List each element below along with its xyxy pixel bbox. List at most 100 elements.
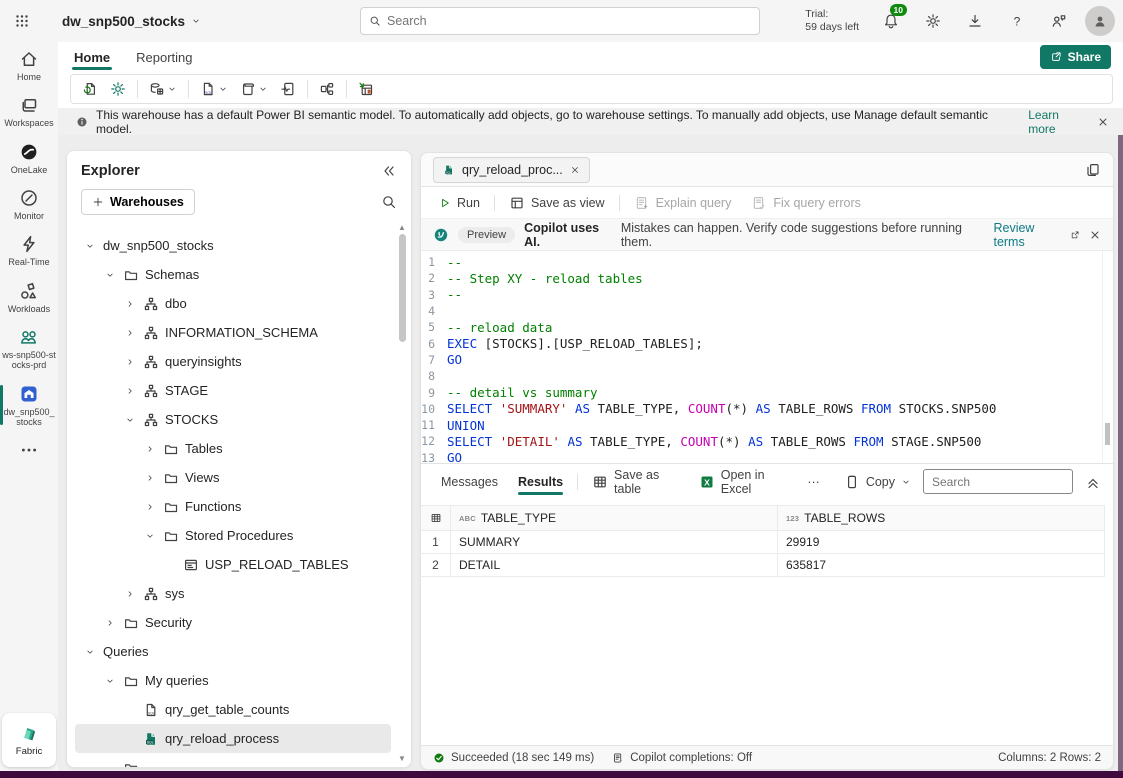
tree-item-queries[interactable]: Queries: [75, 637, 391, 666]
rail-item-dw-snp500-stocks[interactable]: dw_snp500_stocks: [0, 377, 58, 434]
query-tab[interactable]: SQL qry_reload_proc...: [433, 157, 590, 183]
tree-item-information-schema[interactable]: INFORMATION_SCHEMA: [75, 318, 391, 347]
global-search[interactable]: [360, 7, 760, 35]
scroll-button[interactable]: [235, 77, 273, 101]
editor-scrollbar-thumb[interactable]: [1105, 423, 1110, 445]
grid-cell[interactable]: 635817: [778, 554, 1105, 576]
save-as-table-button[interactable]: Save as table: [584, 463, 687, 501]
fix-query-errors-button[interactable]: Fix query errors: [743, 191, 869, 215]
notifications-button[interactable]: 10: [875, 5, 907, 37]
copy-query-icon[interactable]: [1085, 162, 1101, 178]
tree-item-partial[interactable]: [75, 753, 391, 767]
scroll-up-arrow[interactable]: ▲: [398, 223, 406, 232]
rail-item-ws-snp500-stocks-prd[interactable]: ws-snp500-stocks-prd: [0, 320, 58, 377]
rail-item-more[interactable]: [0, 433, 58, 466]
workspace-title[interactable]: dw_snp500_stocks: [62, 14, 201, 29]
tree-item-my-queries[interactable]: My queries: [75, 666, 391, 695]
tree-item-tables[interactable]: Tables: [75, 434, 391, 463]
doc-refresh-button[interactable]: [77, 77, 103, 101]
search-input[interactable]: [387, 14, 751, 28]
tree-item-dbo[interactable]: dbo: [75, 289, 391, 318]
more-actions-button[interactable]: ···: [799, 470, 828, 494]
tab-messages[interactable]: Messages: [433, 469, 506, 495]
grid-cell[interactable]: DETAIL: [451, 554, 778, 576]
tab-results[interactable]: Results: [510, 469, 571, 495]
tree-item-qry-reload-process[interactable]: SQLqry_reload_process: [75, 724, 391, 753]
chevron-right-icon[interactable]: [103, 618, 117, 628]
tree-item-views[interactable]: Views: [75, 463, 391, 492]
chevron-down-icon[interactable]: [83, 241, 97, 251]
column-header-table_type[interactable]: ABCTABLE_TYPE: [451, 506, 778, 530]
add-warehouses-button[interactable]: Warehouses: [81, 189, 195, 215]
import-table-button[interactable]: [353, 77, 379, 101]
chevron-right-icon[interactable]: [123, 328, 137, 338]
grid-row[interactable]: 1SUMMARY29919: [421, 531, 1105, 554]
share-button[interactable]: Share: [1040, 45, 1111, 69]
grid-cell[interactable]: 29919: [778, 531, 1105, 553]
settings-button[interactable]: [917, 5, 949, 37]
open-in-excel-button[interactable]: X Open in Excel: [691, 463, 796, 501]
fabric-home-button[interactable]: Fabric: [2, 713, 56, 767]
chevron-right-icon[interactable]: [143, 502, 157, 512]
rail-item-home[interactable]: Home: [0, 42, 58, 88]
grid-cell[interactable]: SUMMARY: [451, 531, 778, 553]
rail-item-onelake[interactable]: OneLake: [0, 135, 58, 181]
chevron-right-icon[interactable]: [123, 589, 137, 599]
save-as-view-button[interactable]: Save as view: [501, 191, 613, 215]
tree-item-stored-procedures[interactable]: Stored Procedures: [75, 521, 391, 550]
results-search-input[interactable]: [923, 469, 1073, 494]
tree-item-stocks[interactable]: STOCKS: [75, 405, 391, 434]
chevron-right-icon[interactable]: [123, 299, 137, 309]
app-launcher-waffle-icon[interactable]: [0, 13, 44, 29]
explain-query-button[interactable]: Explain query: [626, 191, 740, 215]
sql-code-editor[interactable]: 1--2-- Step XY - reload tables3--45-- re…: [421, 251, 1113, 463]
copy-button[interactable]: Copy: [836, 469, 919, 495]
chevron-right-icon[interactable]: [143, 444, 157, 454]
grid-row[interactable]: 2DETAIL635817: [421, 554, 1105, 577]
db-view-button[interactable]: [144, 77, 182, 101]
close-tab-icon[interactable]: [570, 165, 580, 175]
downloads-button[interactable]: [959, 5, 991, 37]
copilot-completions-status[interactable]: Copilot completions: Off: [612, 752, 752, 764]
collapse-results-icon[interactable]: [1085, 474, 1101, 490]
help-button[interactable]: ?: [1001, 5, 1033, 37]
banner-close-icon[interactable]: [1097, 116, 1109, 128]
tree-scrollbar[interactable]: ▲ ▼: [395, 223, 409, 763]
rail-item-workloads[interactable]: Workloads: [0, 274, 58, 320]
sql-doc-button[interactable]: SQL: [195, 77, 233, 101]
rail-item-real-time[interactable]: Real-Time: [0, 227, 58, 273]
tree-item-dw-snp500-stocks[interactable]: dw_snp500_stocks: [75, 231, 391, 260]
collapse-panel-icon[interactable]: [381, 163, 397, 179]
tree-item-queryinsights[interactable]: queryinsights: [75, 347, 391, 376]
scrollbar-thumb[interactable]: [399, 234, 406, 342]
run-button[interactable]: Run: [431, 192, 488, 214]
explorer-search-icon[interactable]: [381, 194, 397, 210]
rail-item-monitor[interactable]: Monitor: [0, 181, 58, 227]
tab-home[interactable]: Home: [72, 46, 112, 69]
tree-item-qry-get-table-counts[interactable]: SQLqry_get_table_counts: [75, 695, 391, 724]
chevron-right-icon[interactable]: [143, 473, 157, 483]
tree-item-usp-reload-tables[interactable]: USP_RELOAD_TABLES: [75, 550, 391, 579]
column-header-table_rows[interactable]: 123TABLE_ROWS: [778, 506, 1105, 530]
chevron-down-icon[interactable]: [123, 415, 137, 425]
tree-item-sys[interactable]: sys: [75, 579, 391, 608]
model-button[interactable]: [314, 77, 340, 101]
account-avatar[interactable]: [1085, 6, 1115, 36]
editor-scrollbar[interactable]: [1102, 251, 1112, 463]
tree-item-security[interactable]: Security: [75, 608, 391, 637]
doc-pulse-button[interactable]: [275, 77, 301, 101]
banner-learn-more-link[interactable]: Learn more: [1028, 108, 1089, 136]
grid-corner-cell[interactable]: [421, 506, 451, 530]
tree-item-schemas[interactable]: Schemas: [75, 260, 391, 289]
chevron-down-icon[interactable]: [143, 531, 157, 541]
rail-item-workspaces[interactable]: Workspaces: [0, 88, 58, 134]
review-terms-link[interactable]: Review terms: [993, 221, 1080, 249]
feedback-button[interactable]: [1043, 5, 1075, 37]
tree-item-stage[interactable]: STAGE: [75, 376, 391, 405]
copilot-close-icon[interactable]: [1089, 229, 1101, 241]
tree-item-functions[interactable]: Functions: [75, 492, 391, 521]
chevron-right-icon[interactable]: [123, 386, 137, 396]
chevron-down-icon[interactable]: [83, 647, 97, 657]
chevron-down-icon[interactable]: [103, 270, 117, 280]
scroll-down-arrow[interactable]: ▼: [398, 754, 406, 763]
